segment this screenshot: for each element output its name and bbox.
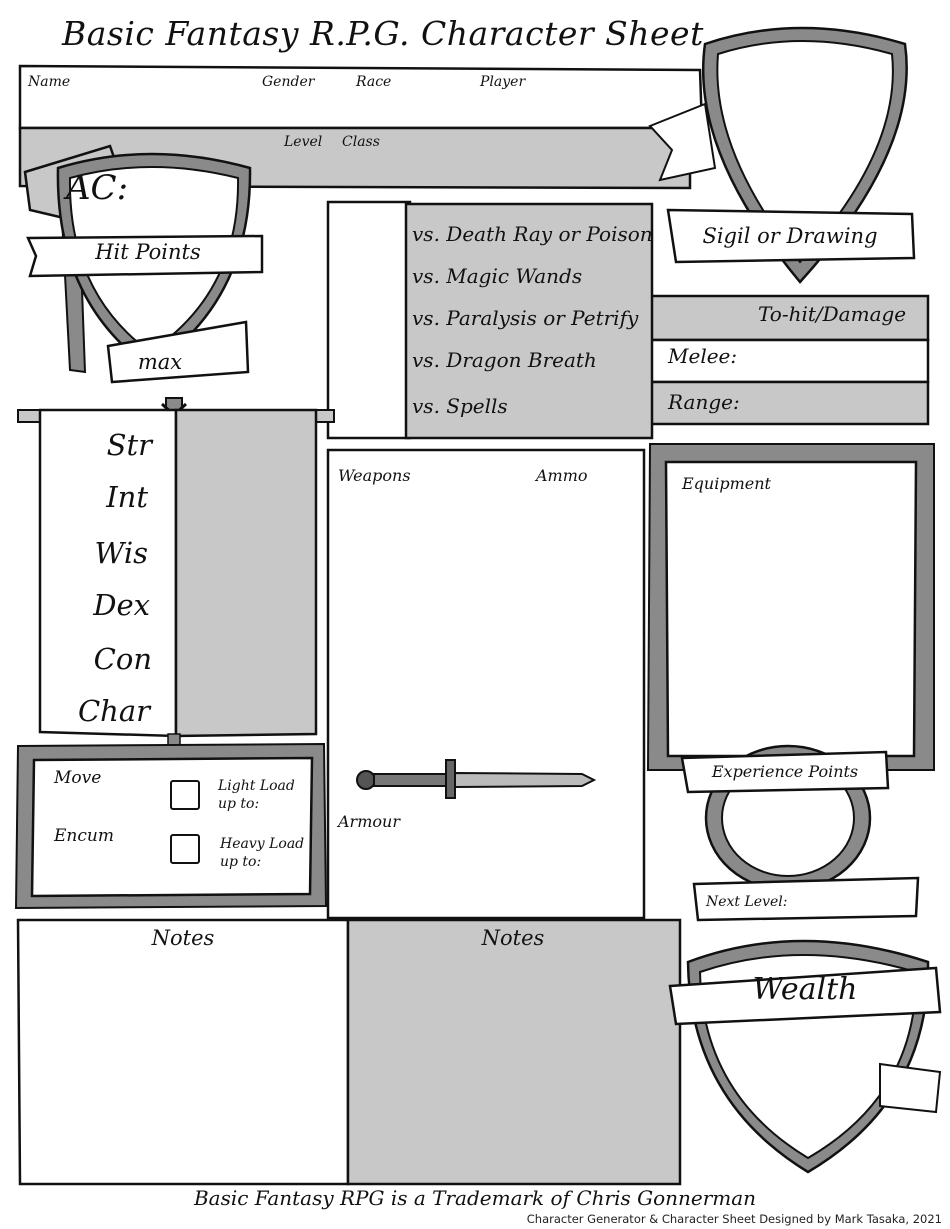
save-death-ray: vs. Death Ray or Poison bbox=[412, 222, 653, 246]
light-load-label: Light Load bbox=[218, 778, 295, 794]
footer-credit: Character Generator & Character Sheet De… bbox=[526, 1212, 942, 1226]
save-paralysis: vs. Paralysis or Petrify bbox=[412, 306, 639, 330]
move-label: Move bbox=[54, 768, 102, 788]
wealth-label: Wealth bbox=[752, 972, 858, 1007]
ability-wis: Wis bbox=[94, 536, 148, 570]
range-label: Range: bbox=[668, 390, 740, 414]
hit-points-label: Hit Points bbox=[95, 240, 201, 264]
melee-label: Melee: bbox=[668, 344, 738, 368]
class-label: Class bbox=[342, 134, 380, 150]
armour-label: Armour bbox=[338, 812, 400, 831]
ability-con: Con bbox=[93, 642, 152, 676]
heavy-load-upto-label: up to: bbox=[220, 854, 262, 870]
heavy-load-label: Heavy Load bbox=[220, 836, 305, 852]
race-label: Race bbox=[356, 74, 392, 90]
weapons-label: Weapons bbox=[338, 466, 411, 485]
ability-char: Char bbox=[77, 694, 150, 728]
sheet-title: Basic Fantasy R.P.G. Character Sheet bbox=[62, 14, 704, 53]
encum-label: Encum bbox=[54, 826, 114, 846]
light-load-upto-label: up to: bbox=[218, 796, 260, 812]
player-label: Player bbox=[480, 74, 526, 90]
ammo-label: Ammo bbox=[536, 466, 588, 485]
ability-str: Str bbox=[106, 428, 152, 462]
equipment-label: Equipment bbox=[682, 474, 771, 493]
ac-label: AC: bbox=[66, 168, 129, 208]
ability-int: Int bbox=[106, 480, 148, 514]
max-hp-label: max bbox=[137, 350, 183, 374]
next-level-label: Next Level: bbox=[706, 894, 788, 910]
footer-trademark: Basic Fantasy RPG is a Trademark of Chri… bbox=[193, 1186, 757, 1210]
experience-label: Experience Points bbox=[711, 762, 859, 781]
save-dragon-breath: vs. Dragon Breath bbox=[412, 348, 597, 372]
light-load-checkbox[interactable] bbox=[170, 780, 200, 810]
gender-label: Gender bbox=[262, 74, 315, 90]
name-label: Name bbox=[28, 74, 71, 90]
sigil-label: Sigil or Drawing bbox=[702, 224, 878, 248]
heavy-load-checkbox[interactable] bbox=[170, 834, 200, 864]
notes-right-label: Notes bbox=[481, 926, 545, 950]
tohit-label: To-hit/Damage bbox=[758, 302, 907, 326]
notes-left-label: Notes bbox=[151, 926, 215, 950]
save-magic-wands: vs. Magic Wands bbox=[412, 264, 583, 288]
ability-dex: Dex bbox=[93, 588, 150, 622]
save-spells: vs. Spells bbox=[412, 394, 508, 418]
level-label: Level bbox=[284, 134, 323, 150]
